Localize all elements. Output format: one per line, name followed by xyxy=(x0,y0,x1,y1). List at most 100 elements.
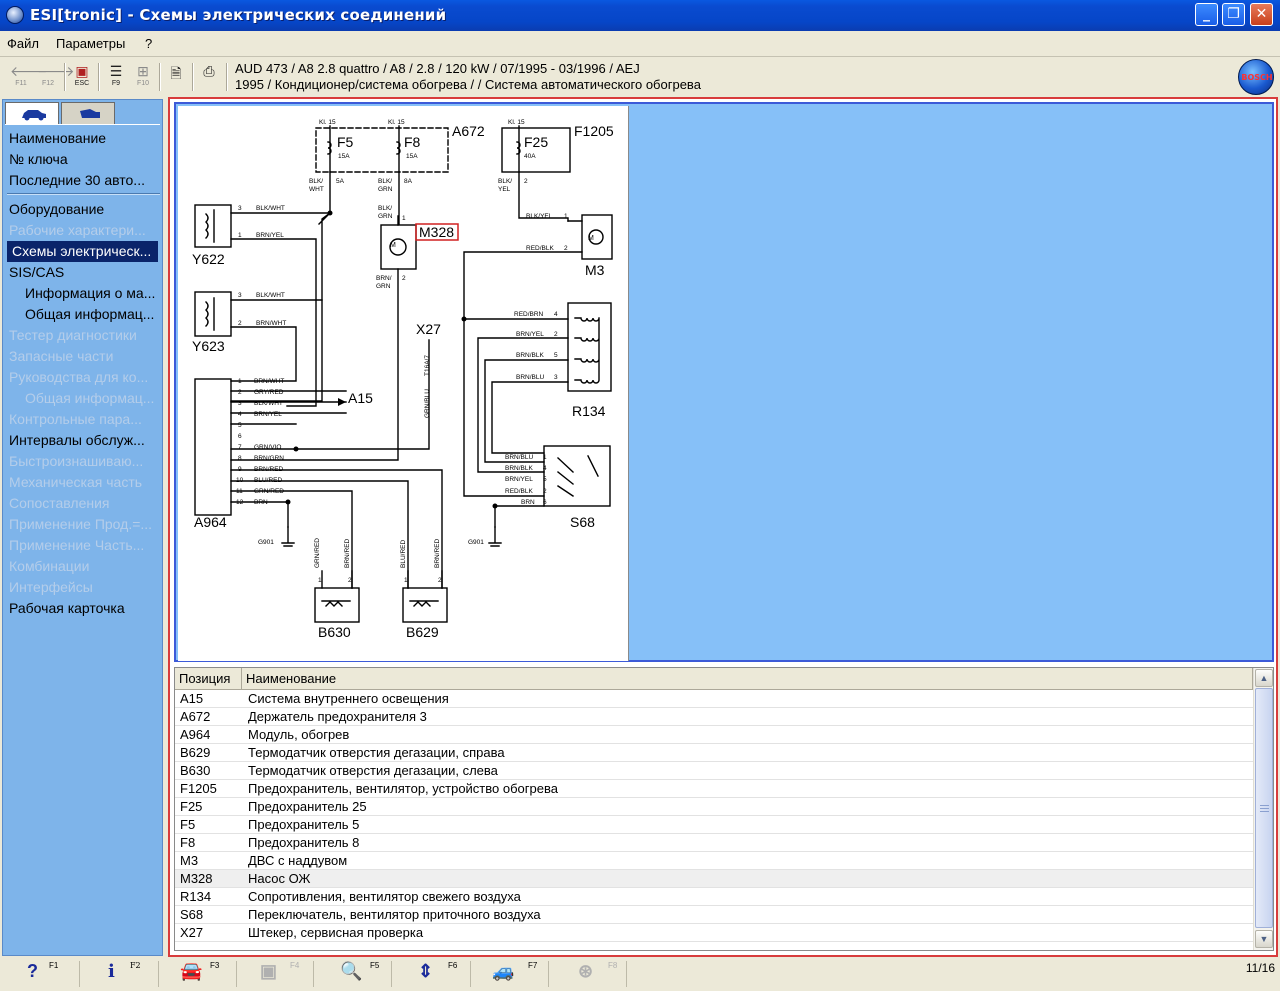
label-a15-ref: A15 xyxy=(348,390,373,406)
table-row[interactable]: F1205 Предохранитель, вентилятор, устройс… xyxy=(175,780,1253,798)
nav-item-product-use[interactable]: Применение Прод.=... xyxy=(9,514,152,535)
minimize-button[interactable]: _ xyxy=(1195,3,1218,26)
wire-f5-a: BLK/ xyxy=(309,178,323,185)
scroll-grip xyxy=(1260,811,1269,812)
label-b630: B630 xyxy=(318,624,351,640)
car-icon: 🚙 xyxy=(492,961,515,981)
nav-item-last-30[interactable]: Последние 30 авто... xyxy=(9,170,145,191)
column-header-position[interactable]: Позиция xyxy=(175,668,242,689)
nav-item-service-intervals[interactable]: Интервалы обслуж... xyxy=(9,430,145,451)
table-row[interactable]: A672 Держатель предохранителя 3 xyxy=(175,708,1253,726)
menu-params[interactable]: Параметры xyxy=(56,36,125,51)
toolbar-separator xyxy=(226,63,228,91)
pin-s68-4: 4 xyxy=(543,465,547,472)
label-f1205: F1205 xyxy=(574,123,614,139)
s68-switch xyxy=(557,455,599,497)
nav-item-mechanics[interactable]: Механическая часть xyxy=(9,472,142,493)
table-row[interactable]: F5 Предохранитель 5 xyxy=(175,816,1253,834)
pin-a964-1: 1 xyxy=(238,378,242,385)
nav-item-manuals[interactable]: Руководства для ко... xyxy=(9,367,148,388)
table-row[interactable]: B630 Термодатчик отверстия дегазации, сле… xyxy=(175,762,1253,780)
nav-list: Наименование № ключа Последние 30 авто..… xyxy=(5,124,160,953)
scroll-up-button[interactable]: ▲ xyxy=(1255,669,1273,687)
vehicle-info: AUD 473 / A8 2.8 quattro / A8 / 2.8 / 12… xyxy=(235,61,701,93)
info-button[interactable]: i F2 xyxy=(108,961,141,987)
label-g901-right: G901 xyxy=(468,539,484,546)
zoom-button[interactable]: 🔍 F5 xyxy=(340,961,379,987)
tab-vehicle[interactable] xyxy=(5,102,59,124)
nav-item-diag-tester[interactable]: Тестер диагностики xyxy=(9,325,137,346)
pin-y622-3: 3 xyxy=(238,205,242,212)
document-button[interactable]: 🗎 xyxy=(165,63,187,89)
pin-a964-11: 11 xyxy=(236,488,243,495)
table-scrollbar[interactable]: ▲ ▼ xyxy=(1253,668,1273,950)
nav-item-matches[interactable]: Сопоставления xyxy=(9,493,110,514)
nav-item-wiring-diagrams[interactable]: Схемы электрическ... xyxy=(7,241,158,262)
forward-button[interactable]: 🡒 F12 xyxy=(37,63,75,89)
label-m328-motor: M xyxy=(390,242,396,249)
nav-item-equipment[interactable]: Оборудование xyxy=(9,199,104,220)
nav-item-sis-cas[interactable]: SIS/CAS xyxy=(9,262,64,283)
nav-item-key-number[interactable]: № ключа xyxy=(9,149,68,170)
menu-file[interactable]: Файл xyxy=(7,36,39,51)
nav-item-control-params[interactable]: Контрольные пара... xyxy=(9,409,142,430)
maximize-button[interactable]: ❐ xyxy=(1222,3,1245,26)
table-row[interactable]: F8 Предохранитель 8 xyxy=(175,834,1253,852)
nav-item-spare-parts[interactable]: Запасные части xyxy=(9,346,113,367)
nav-item-general-info[interactable]: Общая информац... xyxy=(25,304,154,325)
vehicle-select-button[interactable]: 🚘 F3 xyxy=(180,961,219,987)
module-button[interactable]: ▣ F4 xyxy=(260,961,299,987)
label-y622: Y622 xyxy=(192,251,225,267)
table-row[interactable]: A15 Система внутреннего освещения xyxy=(175,690,1253,708)
fit-button[interactable]: ⇕ F6 xyxy=(418,961,457,987)
table-row[interactable]: F25 Предохранитель 25 xyxy=(175,798,1253,816)
tree-view-button[interactable]: ⊞ F10 xyxy=(132,63,154,89)
pin-b629-1: 1 xyxy=(404,577,408,584)
pin-a964-2: 2 xyxy=(238,389,242,396)
wiring-diagram[interactable]: A672 F1205 F5 F8 F25 Y622 Y623 M3 X27 R1… xyxy=(178,106,629,661)
table-row[interactable]: R134 Сопротивления, вентилятор свежего во… xyxy=(175,888,1253,906)
exit-button[interactable]: ▣ ESC xyxy=(71,63,93,89)
pin-a964-6: 6 xyxy=(238,433,242,440)
wire-m328-c: BRN/ xyxy=(376,275,392,282)
list-view-button[interactable]: ☰ F9 xyxy=(105,63,127,89)
label-m3-motor: M xyxy=(588,235,594,242)
wire-m3-1: BLK/YEL xyxy=(526,213,553,220)
sensor-pins xyxy=(321,570,443,589)
tab-engine[interactable] xyxy=(61,102,115,124)
table-row[interactable]: S68 Переключатель, вентилятор приточного … xyxy=(175,906,1253,924)
nav-item-wear-parts[interactable]: Быстроизнашиваю... xyxy=(9,451,143,472)
y622-coil xyxy=(205,209,215,243)
nav-item-interfaces[interactable]: Интерфейсы xyxy=(9,577,93,598)
r134-outline xyxy=(567,302,612,392)
nav-item-part-use[interactable]: Применение Часть... xyxy=(9,535,144,556)
pin-a964-9: 9 xyxy=(238,466,242,473)
wire-s68-6: BRN xyxy=(521,499,535,506)
wheel-icon: ⊛ xyxy=(578,961,594,981)
label-m3: M3 xyxy=(585,262,605,278)
table-row[interactable]: M3 ДВС с наддувом xyxy=(175,852,1253,870)
vehicle-data-button[interactable]: 🚙 F7 xyxy=(492,961,537,987)
table-row[interactable]: X27 Штекер, сервисная проверка xyxy=(175,924,1253,942)
nav-item-combinations[interactable]: Комбинации xyxy=(9,556,89,577)
nav-item-work-specs[interactable]: Рабочие характери... xyxy=(9,220,146,241)
nav-item-general-info-2[interactable]: Общая информац... xyxy=(25,388,154,409)
table-row[interactable]: A964 Модуль, обогрев xyxy=(175,726,1253,744)
table-row-selected[interactable]: M328 Насос ОЖ xyxy=(175,870,1253,888)
table-row[interactable]: B629 Термодатчик отверстия дегазации, спр… xyxy=(175,744,1253,762)
help-button[interactable]: ? F1 xyxy=(27,961,58,987)
nav-item-name[interactable]: Наименование xyxy=(9,128,106,149)
menu-help[interactable]: ? xyxy=(145,36,152,51)
scroll-down-button[interactable]: ▼ xyxy=(1255,930,1273,948)
wheel-button[interactable]: ⊛ F8 xyxy=(578,961,617,987)
y623-coil xyxy=(205,297,215,331)
nav-item-vehicle-info[interactable]: Информация о ма... xyxy=(25,283,155,304)
pin-y623-3: 3 xyxy=(238,292,242,299)
scroll-thumb[interactable] xyxy=(1255,688,1273,928)
nav-item-work-card[interactable]: Рабочая карточка xyxy=(9,598,125,619)
column-header-name[interactable]: Наименование xyxy=(242,668,1253,689)
print-button[interactable]: ⎙ xyxy=(198,63,220,89)
pin-y623-2: 2 xyxy=(238,320,242,327)
close-button[interactable]: ✕ xyxy=(1250,3,1273,26)
back-button[interactable]: 🡐 F11 xyxy=(10,63,48,89)
